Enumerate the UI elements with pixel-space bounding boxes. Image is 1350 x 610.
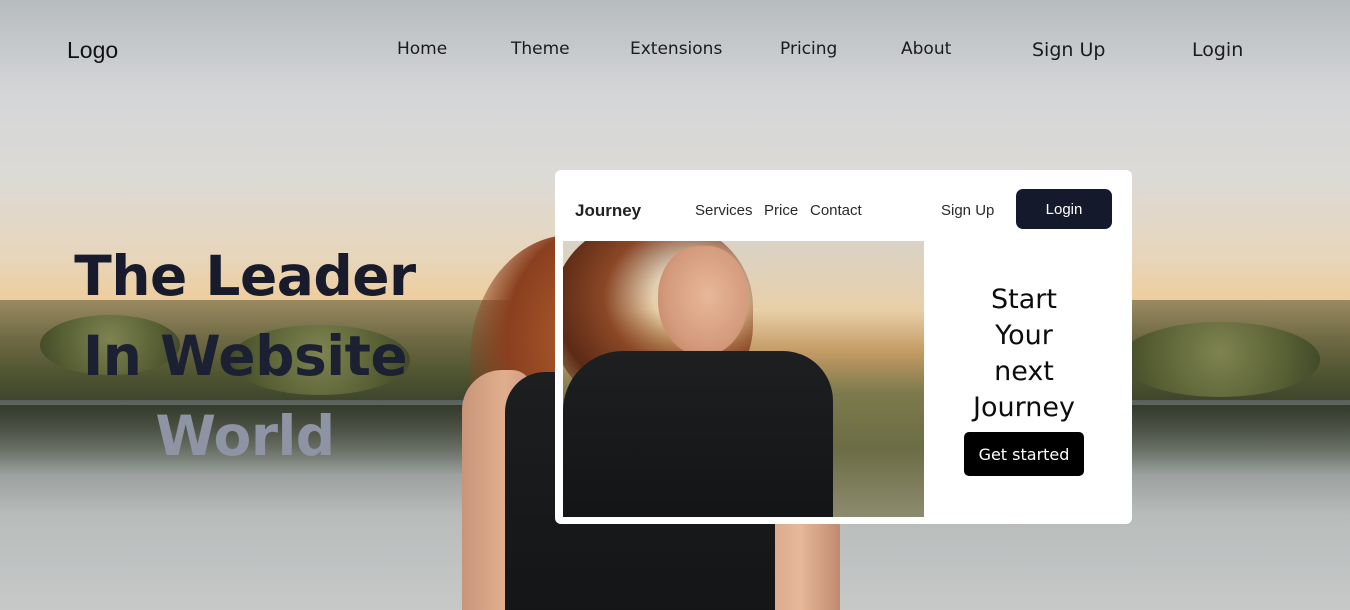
nav-item-about[interactable]: About: [901, 39, 951, 59]
nav-item-home[interactable]: Home: [397, 39, 447, 59]
card-link-services[interactable]: Services: [695, 202, 753, 219]
nav-item-pricing[interactable]: Pricing: [780, 39, 837, 59]
card-sign-up-link[interactable]: Sign Up: [941, 202, 994, 219]
card-headline-line-3: next: [994, 356, 1054, 387]
hero-heading: The Leader In Website World: [60, 236, 430, 476]
card-photo: [563, 241, 924, 517]
card-text-panel: Start Your next Journey Get started: [933, 282, 1115, 476]
sign-up-link[interactable]: Sign Up: [1032, 39, 1105, 61]
nav-item-theme[interactable]: Theme: [511, 39, 570, 59]
card-link-contact[interactable]: Contact: [810, 202, 862, 219]
login-link[interactable]: Login: [1192, 39, 1243, 61]
hero-line-1: The Leader: [74, 244, 416, 308]
card-link-price[interactable]: Price: [764, 202, 798, 219]
photo-dress: [563, 351, 833, 517]
hero-line-2: In Website: [82, 324, 408, 388]
card-brand[interactable]: Journey: [575, 201, 641, 221]
card-headline: Start Your next Journey: [933, 282, 1115, 426]
hero-line-3: World: [155, 404, 335, 468]
card-login-button[interactable]: Login: [1016, 189, 1112, 229]
bush: [1120, 322, 1320, 397]
preview-card: Journey Services Price Contact Sign Up L…: [555, 170, 1132, 524]
card-headline-line-1: Start: [991, 284, 1057, 315]
card-headline-line-4: Journey: [973, 392, 1075, 423]
photo-face: [658, 246, 748, 356]
logo[interactable]: Logo: [67, 37, 118, 64]
nav-item-extensions[interactable]: Extensions: [630, 39, 722, 59]
top-navigation: Logo Home Theme Extensions Pricing About…: [0, 0, 1350, 100]
get-started-button[interactable]: Get started: [964, 432, 1084, 476]
card-headline-line-2: Your: [995, 320, 1053, 351]
